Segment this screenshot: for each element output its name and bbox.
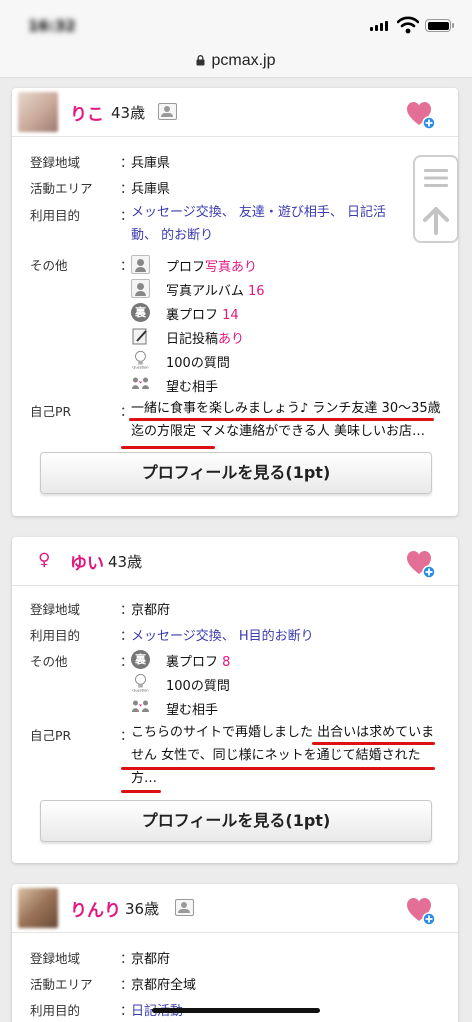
pr-label: 自己PR [30, 728, 72, 743]
profile-header[interactable]: りこ 43歳 [12, 88, 458, 136]
other-item[interactable]: プロフ写真あり [166, 256, 257, 275]
other-item[interactable]: 日記投稿あり [166, 328, 244, 347]
field-value: 兵庫県 [131, 156, 171, 171]
wanted-partner-icon [132, 377, 149, 389]
svg-text:Question: Question [132, 689, 148, 692]
home-indicator [152, 1008, 320, 1013]
profile-age: 36歳 [125, 900, 160, 918]
view-profile-button[interactable]: プロフィールを見る(1pt) [40, 800, 432, 842]
view-profile-button[interactable]: プロフィールを見る(1pt) [40, 452, 432, 494]
menu-icon[interactable] [423, 165, 449, 191]
field-value: 京都府 [131, 952, 171, 967]
field-label: 活動エリア [30, 977, 93, 992]
photo-album-icon [131, 279, 150, 298]
lock-icon [196, 55, 205, 66]
other-item[interactable]: 望む相手 [166, 376, 218, 395]
profile-age: 43歳 [111, 104, 146, 122]
divider [12, 932, 458, 933]
female-icon: ♀ [38, 550, 51, 570]
profile-card: りんり 36歳 登録地域 ： 京都府 活動エリア ： 京都府全域 利用目的 ： … [12, 884, 458, 1022]
field-value: 京都府全域 [131, 978, 197, 993]
favorite-add-icon[interactable] [406, 549, 436, 579]
annotation-underline [121, 767, 435, 770]
photo-icon [175, 899, 194, 916]
other-item[interactable]: 100の質問 [166, 352, 230, 371]
question-bulb-icon: Question [132, 673, 149, 692]
wifi-icon [397, 16, 419, 34]
other-item[interactable]: 裏プロフ 14 [166, 304, 239, 323]
field-label: 利用目的 [30, 628, 81, 643]
annotation-underline [121, 446, 215, 449]
purpose-links[interactable]: メッセージ交換、 H目的お断り [131, 625, 314, 644]
profile-name[interactable]: ゆい [70, 549, 104, 574]
other-item[interactable]: 100の質問 [166, 675, 230, 694]
profile-header[interactable]: りんり 36歳 [12, 884, 458, 932]
url-bar[interactable]: pcmax.jp [0, 48, 472, 78]
other-item[interactable]: 裏プロフ 8 [166, 651, 230, 670]
diary-icon [132, 328, 147, 345]
other-label: その他 [30, 654, 68, 669]
profile-photo-icon [131, 255, 150, 274]
field-value: 兵庫県 [131, 182, 171, 197]
floating-nav [413, 155, 459, 243]
field-label: 利用目的 [30, 208, 81, 223]
annotation-underline [312, 742, 435, 745]
wanted-partner-icon [132, 700, 149, 712]
status-bar: 16:32 [0, 0, 472, 48]
field-label: 登録地域 [30, 602, 81, 617]
avatar[interactable] [18, 888, 58, 928]
avatar[interactable] [18, 92, 58, 132]
url-text: pcmax.jp [211, 52, 276, 69]
field-label: 登録地域 [30, 951, 81, 966]
photo-icon [158, 103, 177, 120]
ura-profile-icon: 裏 [131, 303, 150, 322]
cellular-signal-icon [370, 21, 388, 31]
field-label: 活動エリア [30, 181, 93, 196]
field-label: 登録地域 [30, 155, 81, 170]
profile-name[interactable]: りんり [70, 896, 121, 921]
pr-label: 自己PR [30, 404, 72, 419]
other-item[interactable]: 望む相手 [166, 699, 218, 718]
favorite-add-icon[interactable] [406, 100, 436, 130]
divider [12, 585, 458, 586]
field-value: 京都府 [131, 603, 171, 618]
self-pr-text: こちらのサイトで再婚しました 出合いは求めていません 女性で、同じ様にネットを通… [131, 725, 435, 786]
profile-card: ♀ ゆい 43歳 登録地域 ： 京都府 利用目的 ： メッセージ交換、 H目的お… [12, 537, 458, 863]
svg-text:Question: Question [132, 366, 148, 369]
other-label: その他 [30, 258, 68, 273]
profile-card: りこ 43歳 登録地域 ： 兵庫県 活動エリア ： 兵庫県 利用目的 ： メッセ… [12, 88, 458, 516]
field-label: 利用目的 [30, 1003, 81, 1018]
question-bulb-icon: Question [132, 350, 149, 369]
favorite-add-icon[interactable] [406, 896, 436, 926]
ura-profile-icon: 裏 [131, 650, 150, 669]
profile-name[interactable]: りこ [70, 100, 104, 125]
profile-age: 43歳 [108, 553, 143, 571]
status-time: 16:32 [28, 17, 76, 35]
scroll-to-top-icon[interactable] [423, 207, 449, 235]
other-item[interactable]: 写真アルバム 16 [166, 280, 265, 299]
purpose-links[interactable]: メッセージ交換、 友達・遊び相手、 日記活動、 的お断り [131, 201, 411, 247]
battery-icon [425, 19, 454, 32]
annotation-underline [121, 790, 161, 793]
profile-header[interactable]: ♀ ゆい 43歳 [12, 537, 458, 585]
annotation-underline [129, 418, 434, 421]
divider [12, 136, 458, 137]
